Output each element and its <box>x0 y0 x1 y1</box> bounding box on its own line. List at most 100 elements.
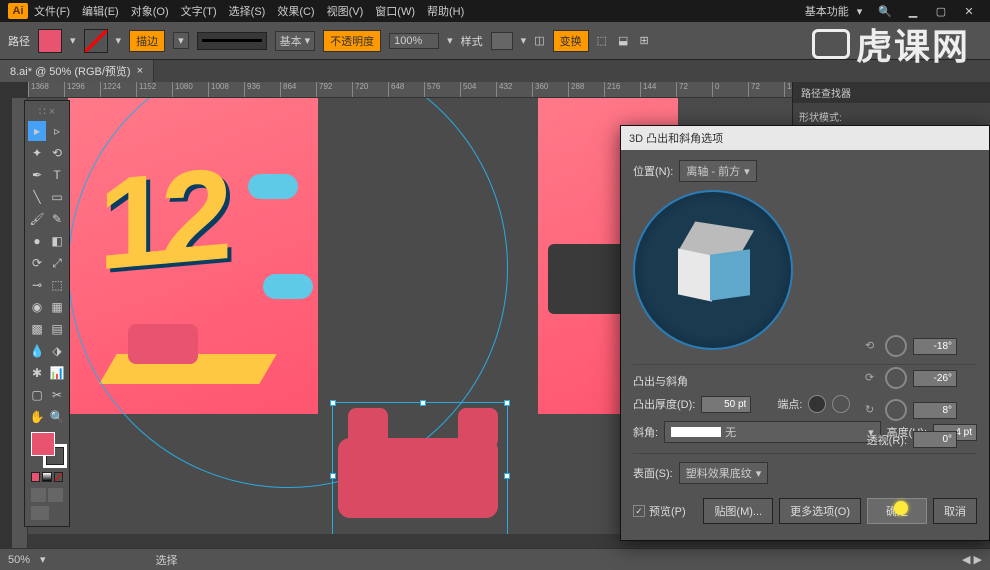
align-icon[interactable]: ◫ <box>534 34 544 47</box>
mesh-tool[interactable]: ▩ <box>28 319 46 339</box>
fill-stroke-swatch[interactable] <box>31 432 67 468</box>
menu-help[interactable]: 帮助(H) <box>421 0 470 22</box>
angle-x-input[interactable] <box>913 338 957 355</box>
color-mode[interactable] <box>31 472 40 482</box>
position-label: 位置(N): <box>633 163 673 179</box>
selection-tool[interactable]: ▸ <box>28 121 46 141</box>
opacity-input[interactable]: 100% <box>389 33 439 49</box>
angle-y-dial[interactable] <box>885 367 907 389</box>
perspective-input[interactable] <box>913 431 957 448</box>
position-dropdown[interactable]: 离轴 - 前方▾ <box>679 160 756 182</box>
gradient-tool[interactable]: ▤ <box>48 319 66 339</box>
stroke-profile[interactable]: 基本 ▾ <box>275 31 316 51</box>
pen-tool[interactable]: ✒ <box>28 165 46 185</box>
blob-brush-tool[interactable]: ● <box>28 231 46 251</box>
selection-box[interactable] <box>332 402 508 544</box>
preview-checkbox[interactable]: ✓ <box>633 505 645 517</box>
selection-handle[interactable] <box>330 473 336 479</box>
opacity-label[interactable]: 不透明度 <box>323 30 381 52</box>
paintbrush-tool[interactable]: 🖌 <box>28 209 46 229</box>
transform-icons[interactable]: ⬚ ⬓ ⊞ <box>597 34 653 47</box>
transform-label[interactable]: 变换 <box>553 30 589 52</box>
symbol-sprayer-tool[interactable]: ✱ <box>28 363 46 383</box>
path-label: 路径 <box>8 33 30 49</box>
artboard-tool[interactable]: ▢ <box>28 385 46 405</box>
free-transform-tool[interactable]: ⬚ <box>48 275 66 295</box>
menu-window[interactable]: 窗口(W) <box>369 0 421 22</box>
gradient-mode[interactable] <box>42 472 51 482</box>
depth-input[interactable] <box>701 396 751 413</box>
type-tool[interactable]: T <box>48 165 66 185</box>
magic-wand-tool[interactable]: ✦ <box>28 143 46 163</box>
workspace-switcher[interactable]: 基本功能 <box>805 3 849 19</box>
stroke-label-btn[interactable]: 描边 <box>129 30 165 52</box>
rotate-y-icon: ⟳ <box>865 371 879 385</box>
eraser-tool[interactable]: ◧ <box>48 231 66 251</box>
graph-tool[interactable]: 📊 <box>48 363 66 383</box>
selected-3d-object[interactable] <box>338 408 518 538</box>
selection-handle[interactable] <box>330 400 336 406</box>
none-mode[interactable] <box>54 472 63 482</box>
zoom-tool[interactable]: 🔍 <box>48 407 66 427</box>
line-tool[interactable]: ╲ <box>28 187 46 207</box>
rectangle-tool[interactable]: ▭ <box>48 187 66 207</box>
selection-handle[interactable] <box>420 400 426 406</box>
more-options-button[interactable]: 更多选项(O) <box>779 498 861 524</box>
style-label: 样式 <box>461 33 483 49</box>
stroke-swatch[interactable] <box>84 29 108 53</box>
angle-x-dial[interactable] <box>885 335 907 357</box>
menu-effect[interactable]: 效果(C) <box>271 0 320 22</box>
menu-type[interactable]: 文字(T) <box>175 0 223 22</box>
cube-preview[interactable] <box>633 190 793 350</box>
angle-y-input[interactable] <box>913 370 957 387</box>
stroke-preview[interactable] <box>197 32 267 50</box>
menu-edit[interactable]: 编辑(E) <box>76 0 125 22</box>
search-icon[interactable]: 🔍 <box>878 5 892 18</box>
style-swatch[interactable] <box>491 32 513 50</box>
menu-file[interactable]: 文件(F) <box>28 0 76 22</box>
dialog-title[interactable]: 3D 凸出和斜角选项 <box>621 126 989 150</box>
selection-handle[interactable] <box>504 473 510 479</box>
blend-tool[interactable]: ⬗ <box>48 341 66 361</box>
angle-z-dial[interactable] <box>885 399 907 421</box>
bevel-label: 斜角: <box>633 424 658 440</box>
cancel-button[interactable]: 取消 <box>933 498 977 524</box>
toolbox-grip[interactable]: ∷ × <box>27 103 67 120</box>
menu-view[interactable]: 视图(V) <box>321 0 370 22</box>
width-tool[interactable]: ⊸ <box>28 275 46 295</box>
maximize-button[interactable]: ▢ <box>928 3 954 19</box>
screen-mode[interactable] <box>31 506 49 520</box>
menu-object[interactable]: 对象(O) <box>125 0 175 22</box>
hand-tool[interactable]: ✋ <box>28 407 46 427</box>
fill-color[interactable] <box>31 432 55 456</box>
surface-dropdown[interactable]: 塑料效果底纹▾ <box>679 462 769 484</box>
lasso-tool[interactable]: ⟲ <box>48 143 66 163</box>
minimize-button[interactable]: ▁ <box>900 3 926 19</box>
doc-tab-close[interactable]: × <box>137 65 143 77</box>
perspective-label: 透视(R): <box>867 432 907 448</box>
slice-tool[interactable]: ✂ <box>48 385 66 405</box>
map-art-button[interactable]: 贴图(M)... <box>703 498 773 524</box>
rotate-tool[interactable]: ⟳ <box>28 253 46 273</box>
angle-z-input[interactable] <box>913 402 957 419</box>
statusbar: 50% ▾ 选择 ◀ ▶ <box>0 548 990 570</box>
selection-handle[interactable] <box>504 400 510 406</box>
ok-button[interactable]: 确定 <box>867 498 927 524</box>
draw-mode-normal[interactable] <box>31 488 46 502</box>
perspective-tool[interactable]: ▦ <box>48 297 66 317</box>
draw-mode-behind[interactable] <box>48 488 63 502</box>
app-icon: Ai <box>8 3 28 19</box>
scale-tool[interactable]: ⤢ <box>48 253 66 273</box>
direct-selection-tool[interactable]: ▹ <box>48 121 66 141</box>
stroke-weight[interactable]: ▾ <box>173 32 189 49</box>
shape-builder-tool[interactable]: ◉ <box>28 297 46 317</box>
fill-swatch[interactable] <box>38 29 62 53</box>
pathfinder-tab[interactable]: 路径查找器 <box>793 82 990 103</box>
document-tab[interactable]: 8.ai* @ 50% (RGB/预览) × <box>0 60 154 82</box>
eyedropper-tool[interactable]: 💧 <box>28 341 46 361</box>
pencil-tool[interactable]: ✎ <box>48 209 66 229</box>
close-button[interactable]: ✕ <box>956 3 982 19</box>
rotate-x-icon: ⟲ <box>865 339 879 353</box>
zoom-level[interactable]: 50% <box>8 554 30 566</box>
menu-select[interactable]: 选择(S) <box>223 0 272 22</box>
